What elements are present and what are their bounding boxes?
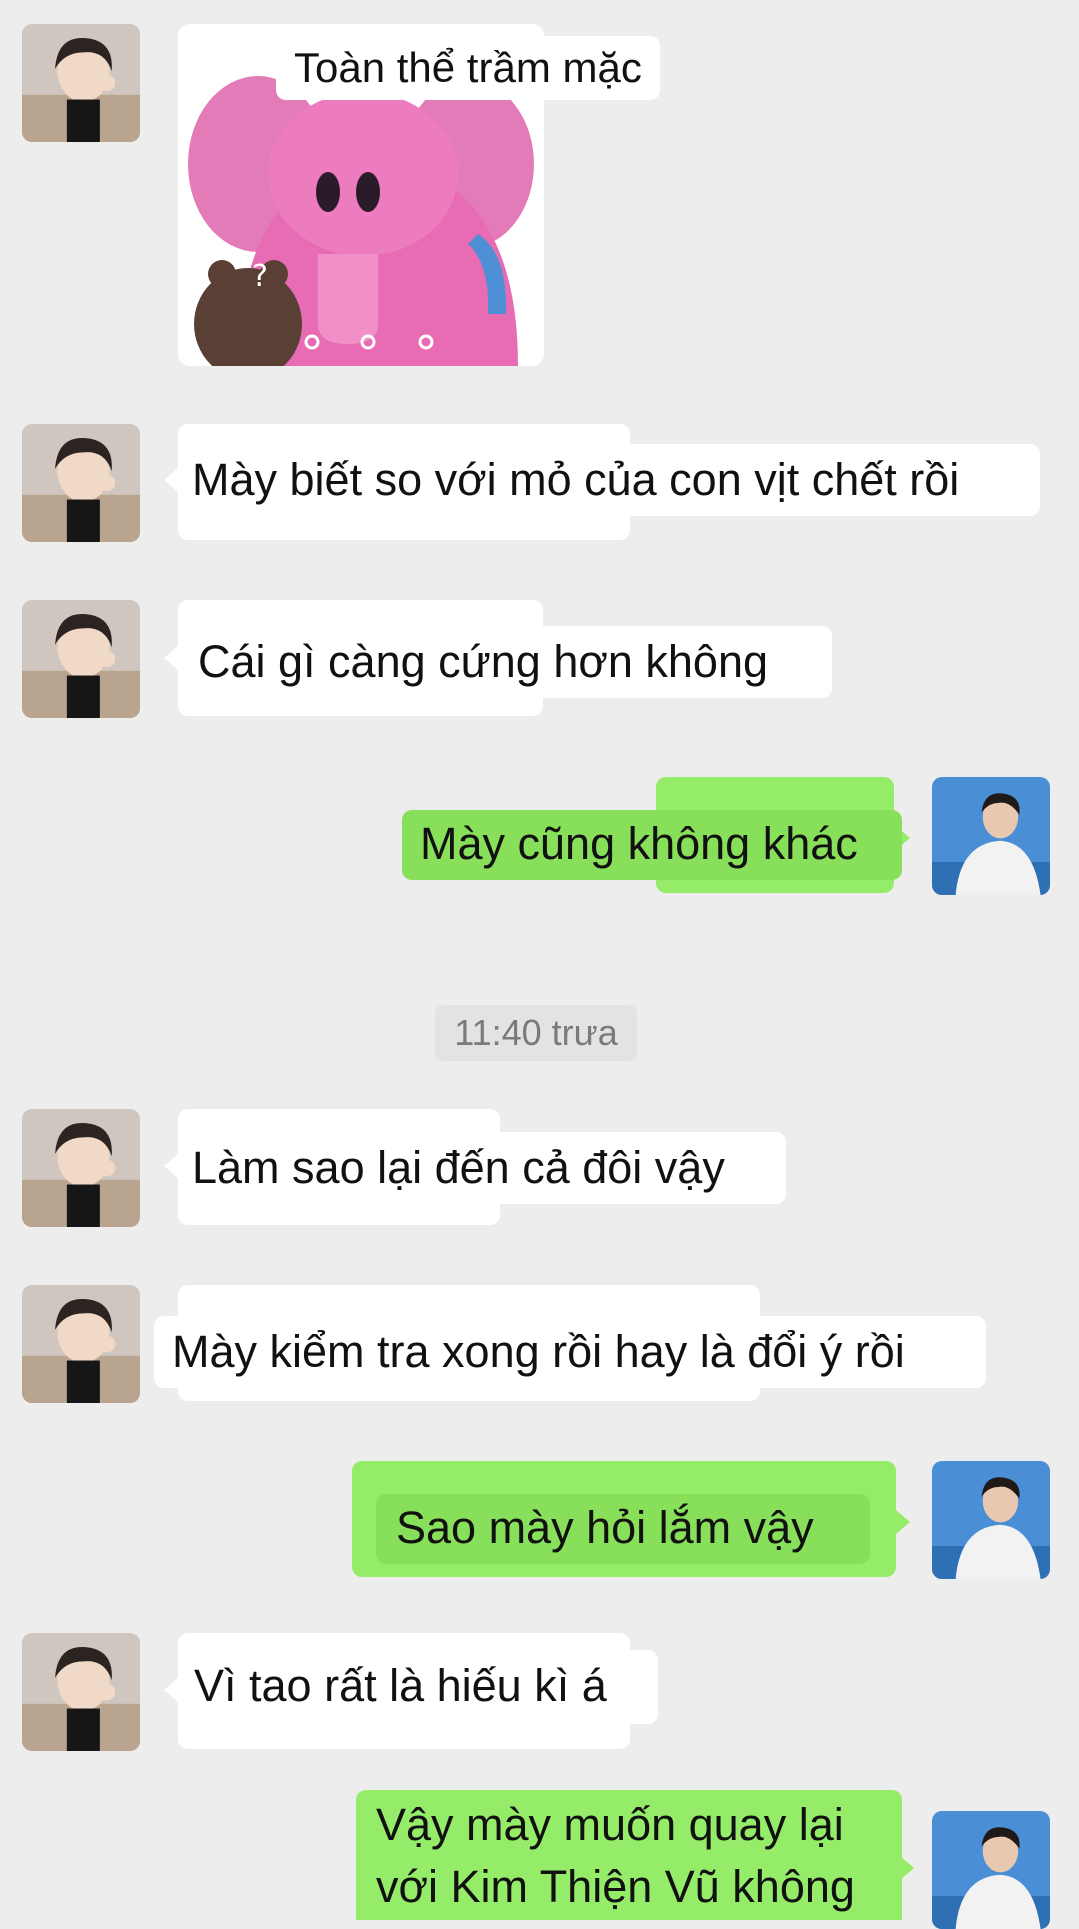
contact-avatar[interactable]	[22, 424, 140, 542]
timestamp: 11:40 trưa	[435, 1005, 637, 1061]
message-text: Mày biết so với mỏ của con vịt chết rồi	[192, 454, 960, 505]
contact-avatar[interactable]	[22, 1109, 140, 1227]
incoming-message[interactable]: Mày kiểm tra xong rồi hay là đổi ý rồi	[154, 1316, 986, 1388]
svg-text:?: ?	[252, 259, 268, 294]
incoming-message[interactable]: Cái gì càng cứng hơn không	[178, 626, 832, 698]
outgoing-message[interactable]: Vậy mày muốn quay lại với Kim Thiện Vũ k…	[356, 1790, 902, 1920]
outgoing-message[interactable]: Mày cũng không khác	[402, 810, 902, 880]
incoming-message[interactable]: Làm sao lại đến cả đôi vậy	[178, 1132, 786, 1204]
my-avatar[interactable]	[932, 1811, 1050, 1929]
contact-avatar[interactable]	[22, 600, 140, 718]
message-text: Làm sao lại đến cả đôi vậy	[192, 1142, 725, 1193]
incoming-message[interactable]: Mày biết so với mỏ của con vịt chết rồi	[178, 444, 1040, 516]
sticker-caption: Toàn thể trầm mặc	[276, 36, 660, 100]
message-text: Mày cũng không khác	[420, 818, 858, 869]
contact-avatar[interactable]	[22, 1633, 140, 1751]
contact-avatar[interactable]	[22, 24, 140, 142]
my-avatar[interactable]	[932, 777, 1050, 895]
my-avatar[interactable]	[932, 1461, 1050, 1579]
message-text: Sao mày hỏi lắm vậy	[396, 1502, 814, 1553]
message-text: Vì tao rất là hiếu kì á	[194, 1660, 607, 1711]
outgoing-message[interactable]: Sao mày hỏi lắm vậy	[376, 1494, 870, 1564]
contact-avatar[interactable]	[22, 1285, 140, 1403]
message-text: Cái gì càng cứng hơn không	[198, 636, 768, 687]
message-text-line: với Kim Thiện Vũ không	[376, 1861, 855, 1912]
incoming-message[interactable]: Vì tao rất là hiếu kì á	[178, 1650, 658, 1724]
message-text-line: Vậy mày muốn quay lại	[376, 1799, 844, 1850]
message-text: Mày kiểm tra xong rồi hay là đổi ý rồi	[172, 1326, 905, 1377]
